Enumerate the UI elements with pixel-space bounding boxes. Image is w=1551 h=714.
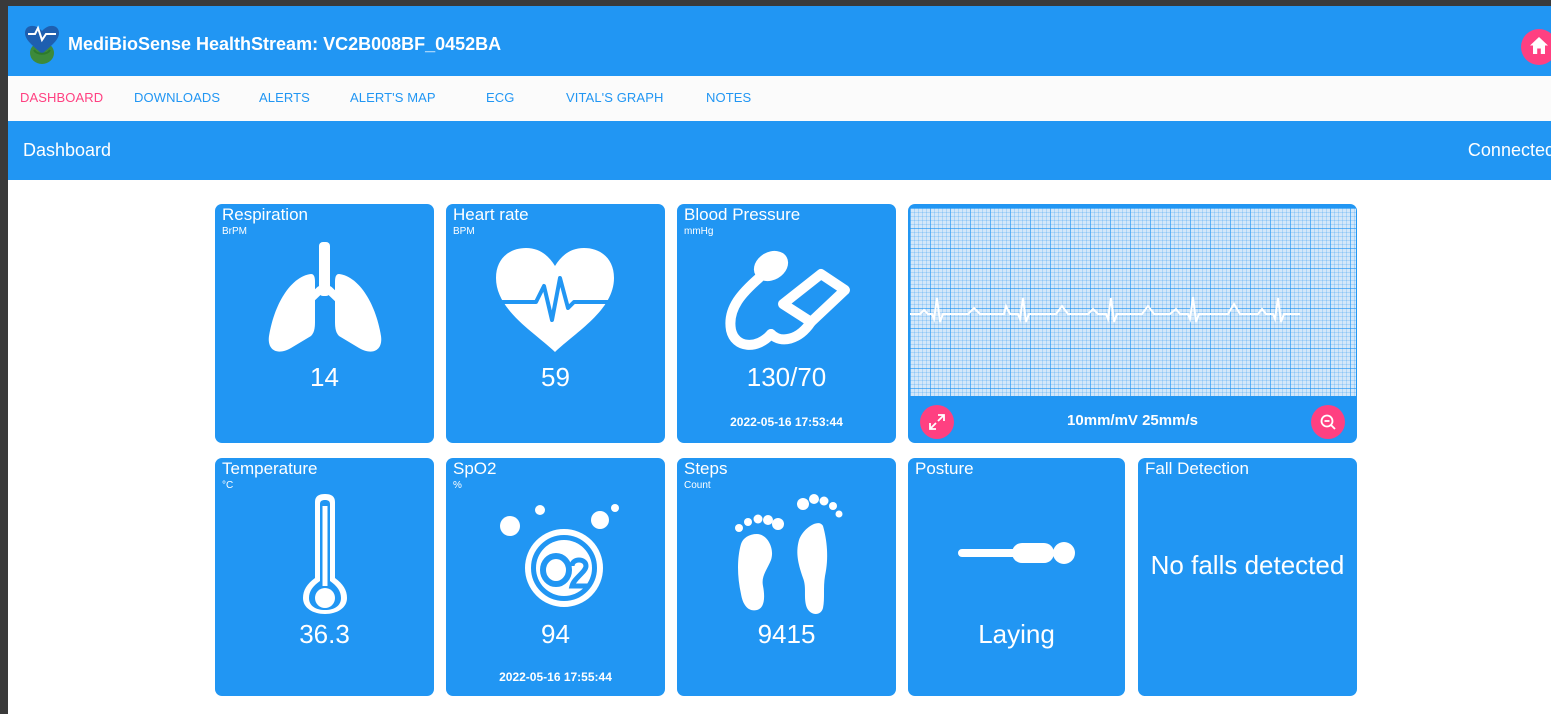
tab-alerts-map[interactable]: ALERT'S MAP	[350, 90, 436, 105]
tab-downloads[interactable]: DOWNLOADS	[134, 90, 220, 105]
footprints-icon	[735, 494, 843, 614]
home-button[interactable]	[1521, 29, 1551, 65]
zoom-out-icon	[1320, 414, 1336, 430]
spo2-timestamp: 2022-05-16 17:55:44	[499, 670, 612, 684]
tab-dashboard[interactable]: DASHBOARD	[20, 90, 103, 105]
blood-pressure-value: 130/70	[746, 362, 827, 392]
heart-rate-value: 59	[541, 362, 570, 392]
spo2-card[interactable]: SpO2 % 94 2022-05-16 17:55:44	[446, 458, 665, 696]
card-unit: mmHg	[684, 226, 714, 237]
posture-laying-icon	[958, 542, 1075, 564]
card-title: Posture	[915, 459, 974, 478]
posture-value: Laying	[978, 619, 1055, 649]
respiration-value: 14	[310, 362, 339, 392]
spo2-value: 94	[541, 619, 570, 649]
connection-status: Connected	[1467, 140, 1551, 160]
card-title: SpO2	[453, 459, 497, 478]
card-unit: %	[453, 480, 462, 491]
fall-detection-status: No falls detected	[1150, 550, 1345, 580]
fall-detection-card[interactable]: Fall Detection No falls detected	[1138, 458, 1357, 696]
ecg-scale: 10mm/mV 25mm/s	[1067, 412, 1198, 429]
card-unit: °C	[222, 480, 234, 491]
heart-globe-logo	[25, 25, 59, 64]
temperature-card[interactable]: Temperature °C 36.3	[215, 458, 434, 696]
card-title: Temperature	[222, 459, 318, 478]
posture-card[interactable]: Posture Laying	[908, 458, 1125, 696]
blood-pressure-card[interactable]: Blood Pressure mmHg 130/70 2022-05-16 17…	[677, 204, 896, 443]
heart-pulse-icon	[496, 248, 614, 352]
home-icon	[1530, 37, 1548, 54]
card-title: Steps	[684, 459, 728, 478]
lungs-icon	[268, 242, 382, 352]
blood-pressure-cuff-icon	[725, 250, 850, 350]
card-title: Blood Pressure	[684, 205, 801, 224]
app-window: MediBioSense HealthStream: VC2B008BF_045…	[8, 6, 1551, 714]
card-title: Heart rate	[453, 205, 529, 224]
o2-icon	[500, 504, 619, 607]
ecg-zoom-out-button[interactable]	[1311, 405, 1345, 439]
nav-bar: DASHBOARD DOWNLOADS ALERTS ALERT'S MAP E…	[8, 76, 1551, 121]
card-unit: BPM	[453, 226, 475, 237]
heart-rate-card[interactable]: Heart rate BPM 59	[446, 204, 665, 443]
card-unit: BrPM	[222, 226, 247, 237]
steps-value: 9415	[757, 619, 816, 649]
card-unit: Count	[684, 480, 711, 491]
tab-vitals-graph[interactable]: VITAL'S GRAPH	[566, 90, 663, 105]
temperature-value: 36.3	[299, 619, 350, 649]
top-app-bar: MediBioSense HealthStream: VC2B008BF_045…	[8, 6, 1551, 76]
ecg-trace	[910, 296, 1300, 323]
tab-notes[interactable]: NOTES	[706, 90, 751, 105]
respiration-card[interactable]: Respiration BrPM 14	[215, 204, 434, 443]
tab-ecg[interactable]: ECG	[486, 90, 514, 105]
tab-alerts[interactable]: ALERTS	[259, 90, 310, 105]
page-title: Dashboard	[23, 140, 112, 160]
thermometer-icon	[303, 494, 347, 614]
blood-pressure-timestamp: 2022-05-16 17:53:44	[730, 415, 843, 429]
app-title: MediBioSense HealthStream: VC2B008BF_045…	[68, 34, 502, 54]
card-title: Fall Detection	[1145, 459, 1249, 478]
card-title: Respiration	[222, 205, 308, 224]
steps-card[interactable]: Steps Count 9415	[677, 458, 896, 696]
page-header: Dashboard Connected	[8, 121, 1551, 180]
ecg-card[interactable]: 10mm/mV 25mm/s	[908, 204, 1357, 443]
